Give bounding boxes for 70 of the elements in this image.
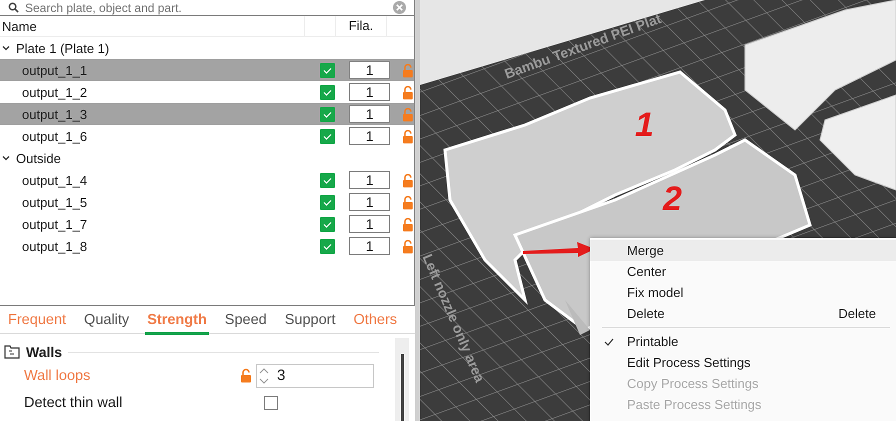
settings-tab[interactable]: Support [282,312,338,335]
setting-label: Detect thin wall [23,394,124,410]
checkbox[interactable] [320,238,336,254]
filament-field[interactable]: 1 [349,215,390,233]
filament-field[interactable]: 1 [349,127,390,145]
check-icon [604,338,614,346]
object-name: output_1_3 [21,106,88,122]
column-header: Name [1,18,38,34]
scrollbar[interactable] [395,338,409,421]
unlock-icon[interactable] [402,172,414,188]
object-name: output_1_2 [21,84,88,100]
filament-field[interactable]: 1 [349,105,390,123]
section-title: Walls [26,344,62,360]
menu-item[interactable]: Merge [590,240,896,261]
annotation-number: 2 [663,182,682,216]
filament-field[interactable]: 1 [349,83,390,101]
annotation-number: 1 [635,108,654,142]
object-row[interactable]: output_1_3 1 [0,103,414,125]
checkbox[interactable] [320,106,336,122]
unlock-icon[interactable] [402,84,414,100]
unlock-icon[interactable] [402,194,414,210]
object-row[interactable]: output_1_5 1 [0,191,414,213]
unlock-icon[interactable] [402,128,414,144]
chevron-icon[interactable] [2,44,10,52]
plate-area-label: Left nozzle only area [420,252,488,384]
unlock-icon[interactable] [402,216,414,232]
settings-tab[interactable]: Speed [222,312,269,335]
chevron-icon[interactable] [2,154,10,162]
checkbox[interactable] [320,194,336,210]
checkbox[interactable] [320,172,336,188]
menu-item[interactable]: Printable [590,331,896,352]
menu-item[interactable]: Fix model [590,282,896,303]
filament-field[interactable]: 1 [349,61,390,79]
unlock-icon[interactable] [240,368,252,383]
shortcut-label: Delete [838,306,876,321]
plate-name[interactable]: Outside [16,150,61,166]
plate-name[interactable]: Plate 1 (Plate 1) [16,40,110,56]
checkbox[interactable] [320,216,336,232]
checkbox[interactable] [320,128,336,144]
object-name: output_1_6 [21,128,88,144]
spinner-arrows-icon[interactable] [259,366,269,384]
object-row[interactable]: output_1_4 1 [0,169,414,191]
filament-field[interactable]: 1 [349,237,390,255]
number-field[interactable]: 3 [256,364,374,388]
object-row[interactable]: output_1_7 1 [0,213,414,235]
walls-icon [4,345,20,359]
menu-item[interactable]: Edit Process Settings [590,352,896,373]
menu-item[interactable]: Delete Delete [590,303,896,324]
object-name: output_1_7 [21,216,88,232]
object-row[interactable]: output_1_8 1 [0,235,414,257]
checkbox[interactable] [264,396,278,410]
object-name: output_1_8 [21,238,88,254]
clear-icon[interactable] [393,1,406,14]
filament-field[interactable]: 1 [349,193,390,211]
column-header: Fila. [335,16,387,36]
search-field[interactable]: Search plate, object and part. [25,0,387,14]
checkbox[interactable] [320,62,336,78]
unlock-icon[interactable] [402,238,414,254]
object-name: output_1_5 [21,194,88,210]
settings-tab[interactable]: Quality [82,312,132,335]
menu-item[interactable]: Center [590,261,896,282]
object-name: output_1_4 [21,172,88,188]
object-row[interactable]: output_1_6 1 [0,125,414,147]
search-icon [8,2,19,13]
object-name: output_1_1 [21,62,88,78]
object-row[interactable]: output_1_1 1 [0,59,414,81]
setting-label: Wall loops [23,368,92,384]
filament-field[interactable]: 1 [349,171,390,189]
object-row[interactable]: output_1_2 1 [0,81,414,103]
checkbox[interactable] [320,84,336,100]
